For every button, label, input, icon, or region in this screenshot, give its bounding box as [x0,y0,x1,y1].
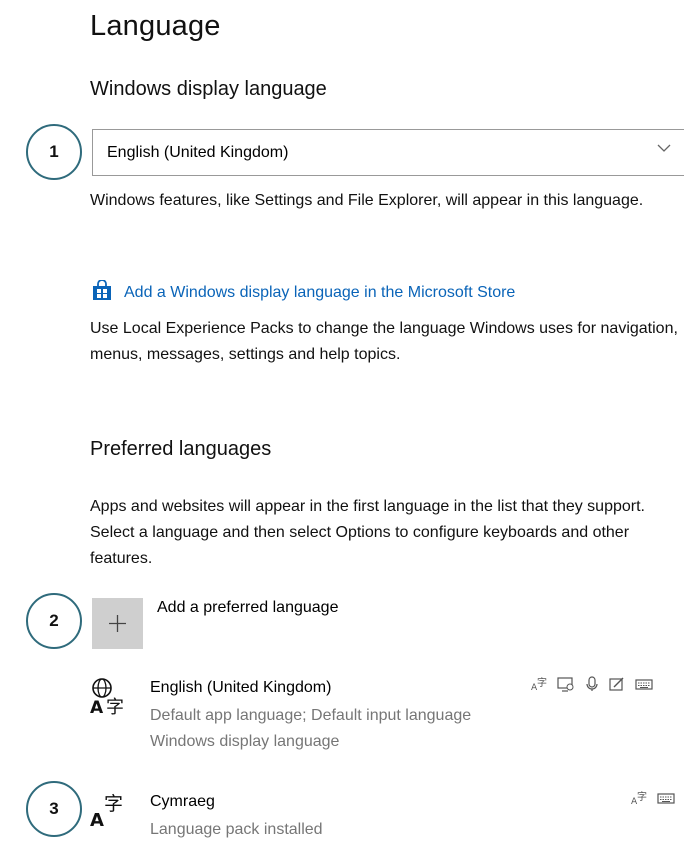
language-features: A 字 [531,676,653,692]
store-link-label: Add a Windows display language in the Mi… [124,283,516,301]
svg-text:字: 字 [537,676,547,689]
svg-text:字: 字 [104,793,123,815]
keyboard-icon [657,793,675,804]
store-bag-icon [92,279,112,305]
language-status: Default app language; Default input lang… [150,707,472,724]
plus-icon [109,615,126,632]
svg-text:A: A [90,698,104,717]
local-experience-packs-text: Use Local Experience Packs to change the… [90,320,678,363]
language-item-english-uk[interactable]: A 字 English (United Kingdom) Default app… [90,673,682,761]
language-item-cymraeg[interactable]: 字 A Cymraeg Language pack installed A 字 [90,788,682,848]
callout-2: 2 [26,593,82,649]
display-language-dropdown[interactable]: English (United Kingdom) [92,129,684,176]
display-language-description: Windows features, like Settings and File… [90,192,644,209]
language-status-2: Windows display language [150,733,340,750]
language-name: English (United Kingdom) [150,679,332,696]
language-globe-icon: A 字 [90,677,134,722]
callout-1: 1 [26,124,82,180]
preferred-languages-heading: Preferred languages [90,438,272,460]
display-language-icon [557,677,574,692]
language-name: Cymraeg [150,793,215,810]
chevron-down-icon [657,140,671,158]
page-title: Language [90,10,221,42]
add-language-label[interactable]: Add a preferred language [157,599,338,617]
language-status: Language pack installed [150,821,323,838]
text-to-speech-icon: A 字 [631,790,647,806]
display-language-heading: Windows display language [90,78,327,100]
callout-3: 3 [26,781,82,837]
keyboard-icon [635,679,653,690]
language-features: A 字 [631,790,675,806]
store-link[interactable]: Add a Windows display language in the Mi… [92,279,516,305]
handwriting-icon [609,677,624,691]
speech-icon [586,676,598,691]
add-language-button[interactable] [92,598,143,649]
text-to-speech-icon: A 字 [531,676,547,692]
svg-text:A: A [90,810,104,830]
dropdown-selected-value: English (United Kingdom) [107,143,289,161]
svg-text:字: 字 [637,790,647,803]
language-pack-icon: 字 A [90,790,134,835]
svg-text:字: 字 [106,697,124,717]
preferred-languages-description: Apps and websites will appear in the fir… [90,498,645,567]
